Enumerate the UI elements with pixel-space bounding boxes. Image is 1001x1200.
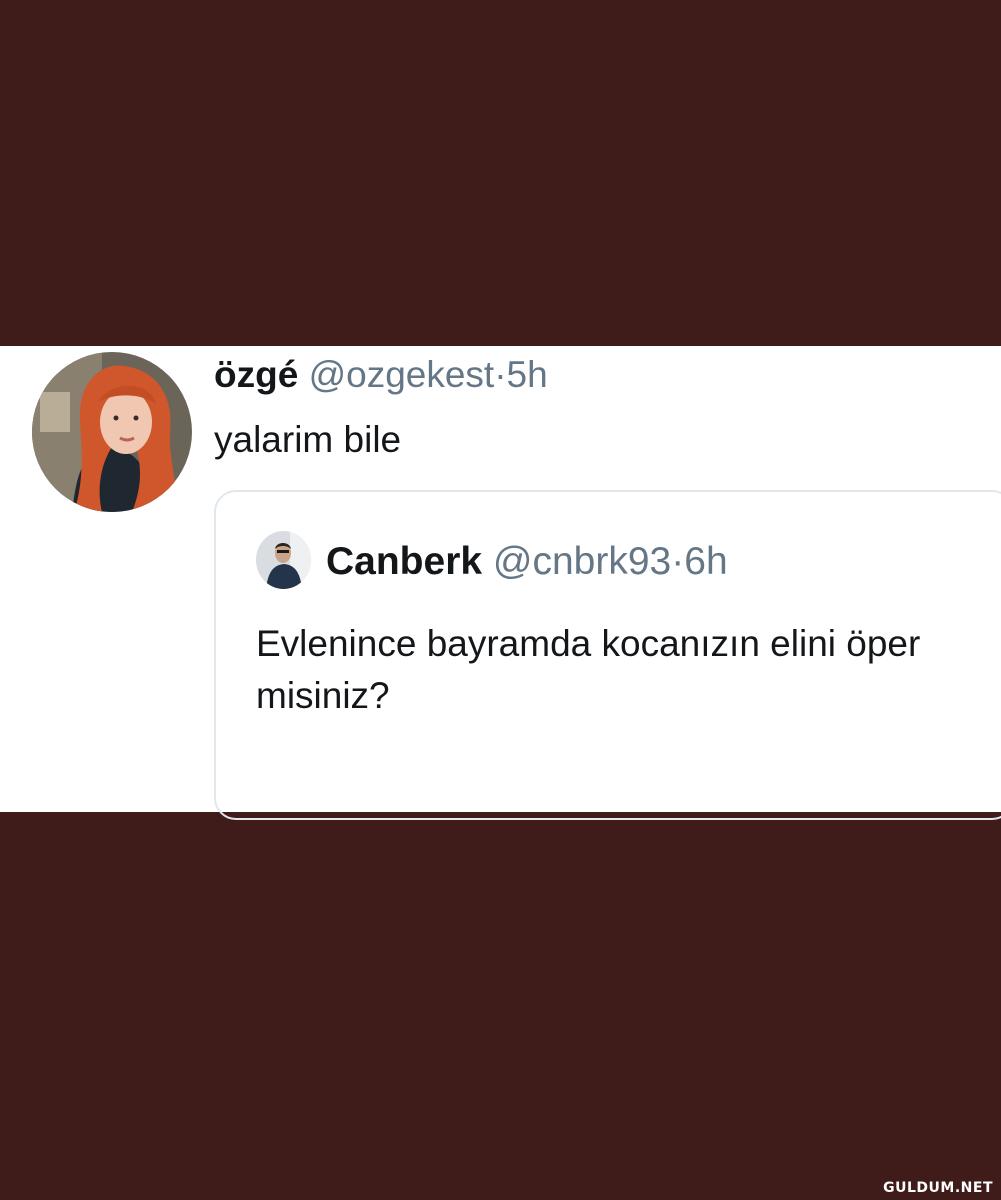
quoted-author-avatar[interactable] xyxy=(256,531,311,589)
quoted-tweet-text: Evlenince bayramda kocanızın elini öper … xyxy=(256,623,921,716)
tweet-header: özgé @ozgekest·5h xyxy=(214,352,548,398)
tweet-text: yalarim bile xyxy=(214,419,402,460)
quoted-tweet-timestamp[interactable]: 6h xyxy=(684,540,727,583)
quoted-tweet-header: Canberk @cnbrk93·6h xyxy=(326,538,728,586)
quoted-header-separator: · xyxy=(671,540,685,583)
header-separator: · xyxy=(494,354,507,395)
profile-photo-icon xyxy=(32,352,192,512)
author-name[interactable]: özgé xyxy=(214,354,298,395)
tweet-timestamp[interactable]: 5h xyxy=(507,354,548,395)
author-handle[interactable]: @ozgekest xyxy=(309,354,495,395)
author-avatar[interactable] xyxy=(32,352,192,512)
quoted-author-name[interactable]: Canberk xyxy=(326,540,482,583)
site-watermark: GULDUM.NET xyxy=(883,1180,993,1196)
quoted-author-handle[interactable]: @cnbrk93 xyxy=(493,540,671,583)
profile-photo-icon xyxy=(256,531,311,589)
